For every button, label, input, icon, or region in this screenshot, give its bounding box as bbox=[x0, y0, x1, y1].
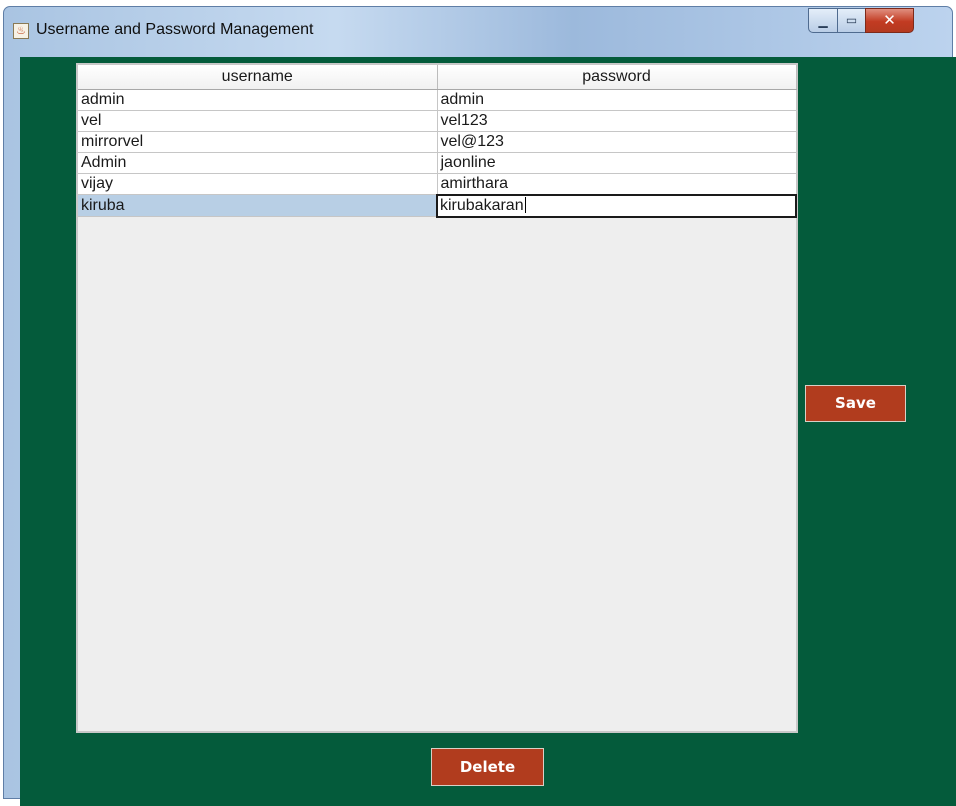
minimize-button[interactable]: ▁ bbox=[808, 8, 838, 33]
password-cell-editor[interactable]: kirubakaran bbox=[436, 193, 797, 218]
minimize-icon: ▁ bbox=[818, 14, 828, 28]
username-cell[interactable]: mirrorvel bbox=[78, 131, 438, 153]
window-title: Username and Password Management bbox=[36, 21, 314, 38]
table-row[interactable]: mirrorvel vel@123 bbox=[78, 131, 797, 153]
table-row[interactable]: admin admin bbox=[78, 89, 797, 111]
main-panel: username password admin admin vel vel123… bbox=[20, 57, 956, 806]
app-window: ♨ Username and Password Management ▁ ▭ ✕… bbox=[3, 6, 956, 806]
java-icon[interactable]: ♨ bbox=[13, 23, 29, 39]
username-cell[interactable]: Admin bbox=[78, 152, 438, 174]
username-cell[interactable]: kiruba bbox=[78, 194, 438, 217]
table-row[interactable]: vijay amirthara bbox=[78, 173, 797, 195]
table-row[interactable]: vel vel123 bbox=[78, 110, 797, 132]
column-header-password[interactable]: password bbox=[437, 65, 797, 90]
column-header-username[interactable]: username bbox=[78, 65, 438, 90]
password-cell[interactable]: amirthara bbox=[437, 173, 797, 195]
table-header-row: username password bbox=[78, 65, 797, 90]
maximize-icon: ▭ bbox=[845, 13, 858, 27]
username-cell[interactable]: vel bbox=[78, 110, 438, 132]
delete-button[interactable]: Delete bbox=[431, 748, 544, 786]
password-cell[interactable]: vel@123 bbox=[437, 131, 797, 153]
table-row-selected[interactable]: kiruba kirubakaran bbox=[78, 193, 797, 218]
table-row[interactable]: Admin jaonline bbox=[78, 152, 797, 174]
users-table[interactable]: username password admin admin vel vel123… bbox=[78, 65, 797, 218]
text-caret bbox=[524, 197, 526, 214]
close-icon: ✕ bbox=[883, 11, 896, 29]
password-cell-editor-text: kirubakaran bbox=[440, 196, 524, 214]
password-cell[interactable]: jaonline bbox=[437, 152, 797, 174]
close-button[interactable]: ✕ bbox=[865, 8, 914, 33]
maximize-button[interactable]: ▭ bbox=[837, 8, 866, 33]
username-cell[interactable]: admin bbox=[78, 89, 438, 111]
password-cell[interactable]: admin bbox=[437, 89, 797, 111]
title-bar[interactable]: ♨ Username and Password Management ▁ ▭ ✕ bbox=[4, 7, 952, 51]
password-cell[interactable]: vel123 bbox=[437, 110, 797, 132]
users-table-scrollpane[interactable]: username password admin admin vel vel123… bbox=[76, 63, 798, 733]
save-button[interactable]: Save bbox=[805, 385, 906, 422]
username-cell[interactable]: vijay bbox=[78, 173, 438, 195]
